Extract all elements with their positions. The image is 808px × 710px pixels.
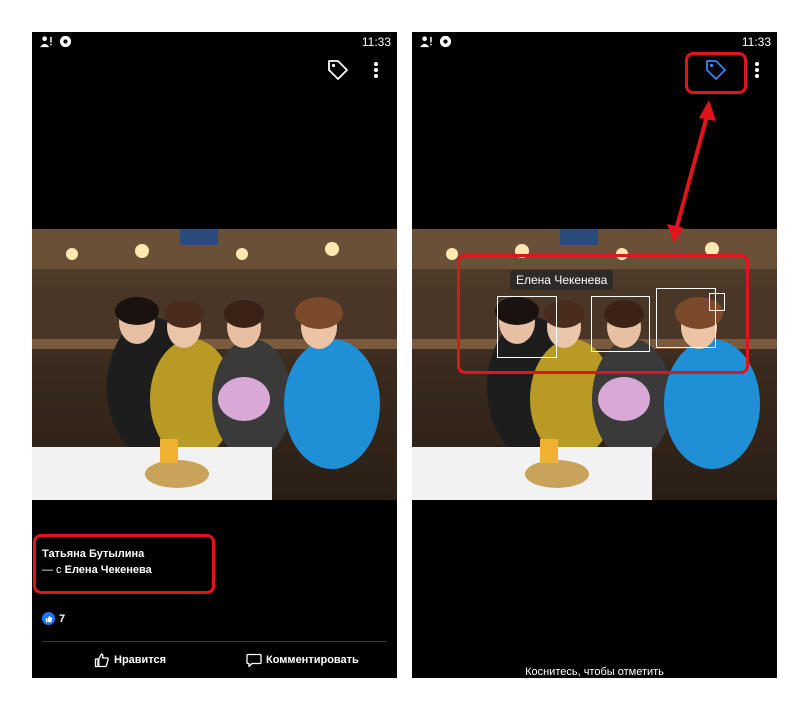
group-photo-image — [32, 229, 397, 500]
post-photo[interactable] — [32, 229, 397, 500]
browser-icon — [439, 35, 452, 48]
highlight-face-boxes — [457, 254, 749, 374]
like-icon — [42, 612, 55, 625]
comment-button-label: Комментировать — [266, 654, 359, 666]
status-clock: 11:33 — [361, 35, 391, 49]
person-alert-icon — [40, 36, 52, 48]
likes-summary[interactable]: 7 — [42, 612, 65, 625]
comment-button[interactable]: Комментировать — [246, 652, 359, 668]
more-vertical-icon[interactable] — [370, 58, 382, 82]
action-divider — [42, 641, 387, 642]
status-bar: 11:33 — [32, 32, 397, 52]
more-vertical-icon[interactable] — [751, 58, 763, 82]
browser-icon — [59, 35, 72, 48]
comment-icon — [246, 653, 262, 668]
like-button-label: Нравится — [114, 654, 167, 666]
status-bar: 11:33 — [412, 32, 777, 52]
status-clock: 11:33 — [741, 35, 771, 49]
likes-count: 7 — [59, 612, 66, 625]
thumbs-up-icon — [94, 653, 109, 668]
person-alert-icon — [420, 36, 432, 48]
tag-icon[interactable] — [326, 58, 350, 82]
like-button[interactable]: Нравится — [94, 652, 166, 668]
tap-to-tag-hint: Коснитесь, чтобы отметить — [525, 666, 664, 678]
highlight-post-author — [33, 534, 215, 594]
highlight-tag-icon — [685, 52, 747, 94]
